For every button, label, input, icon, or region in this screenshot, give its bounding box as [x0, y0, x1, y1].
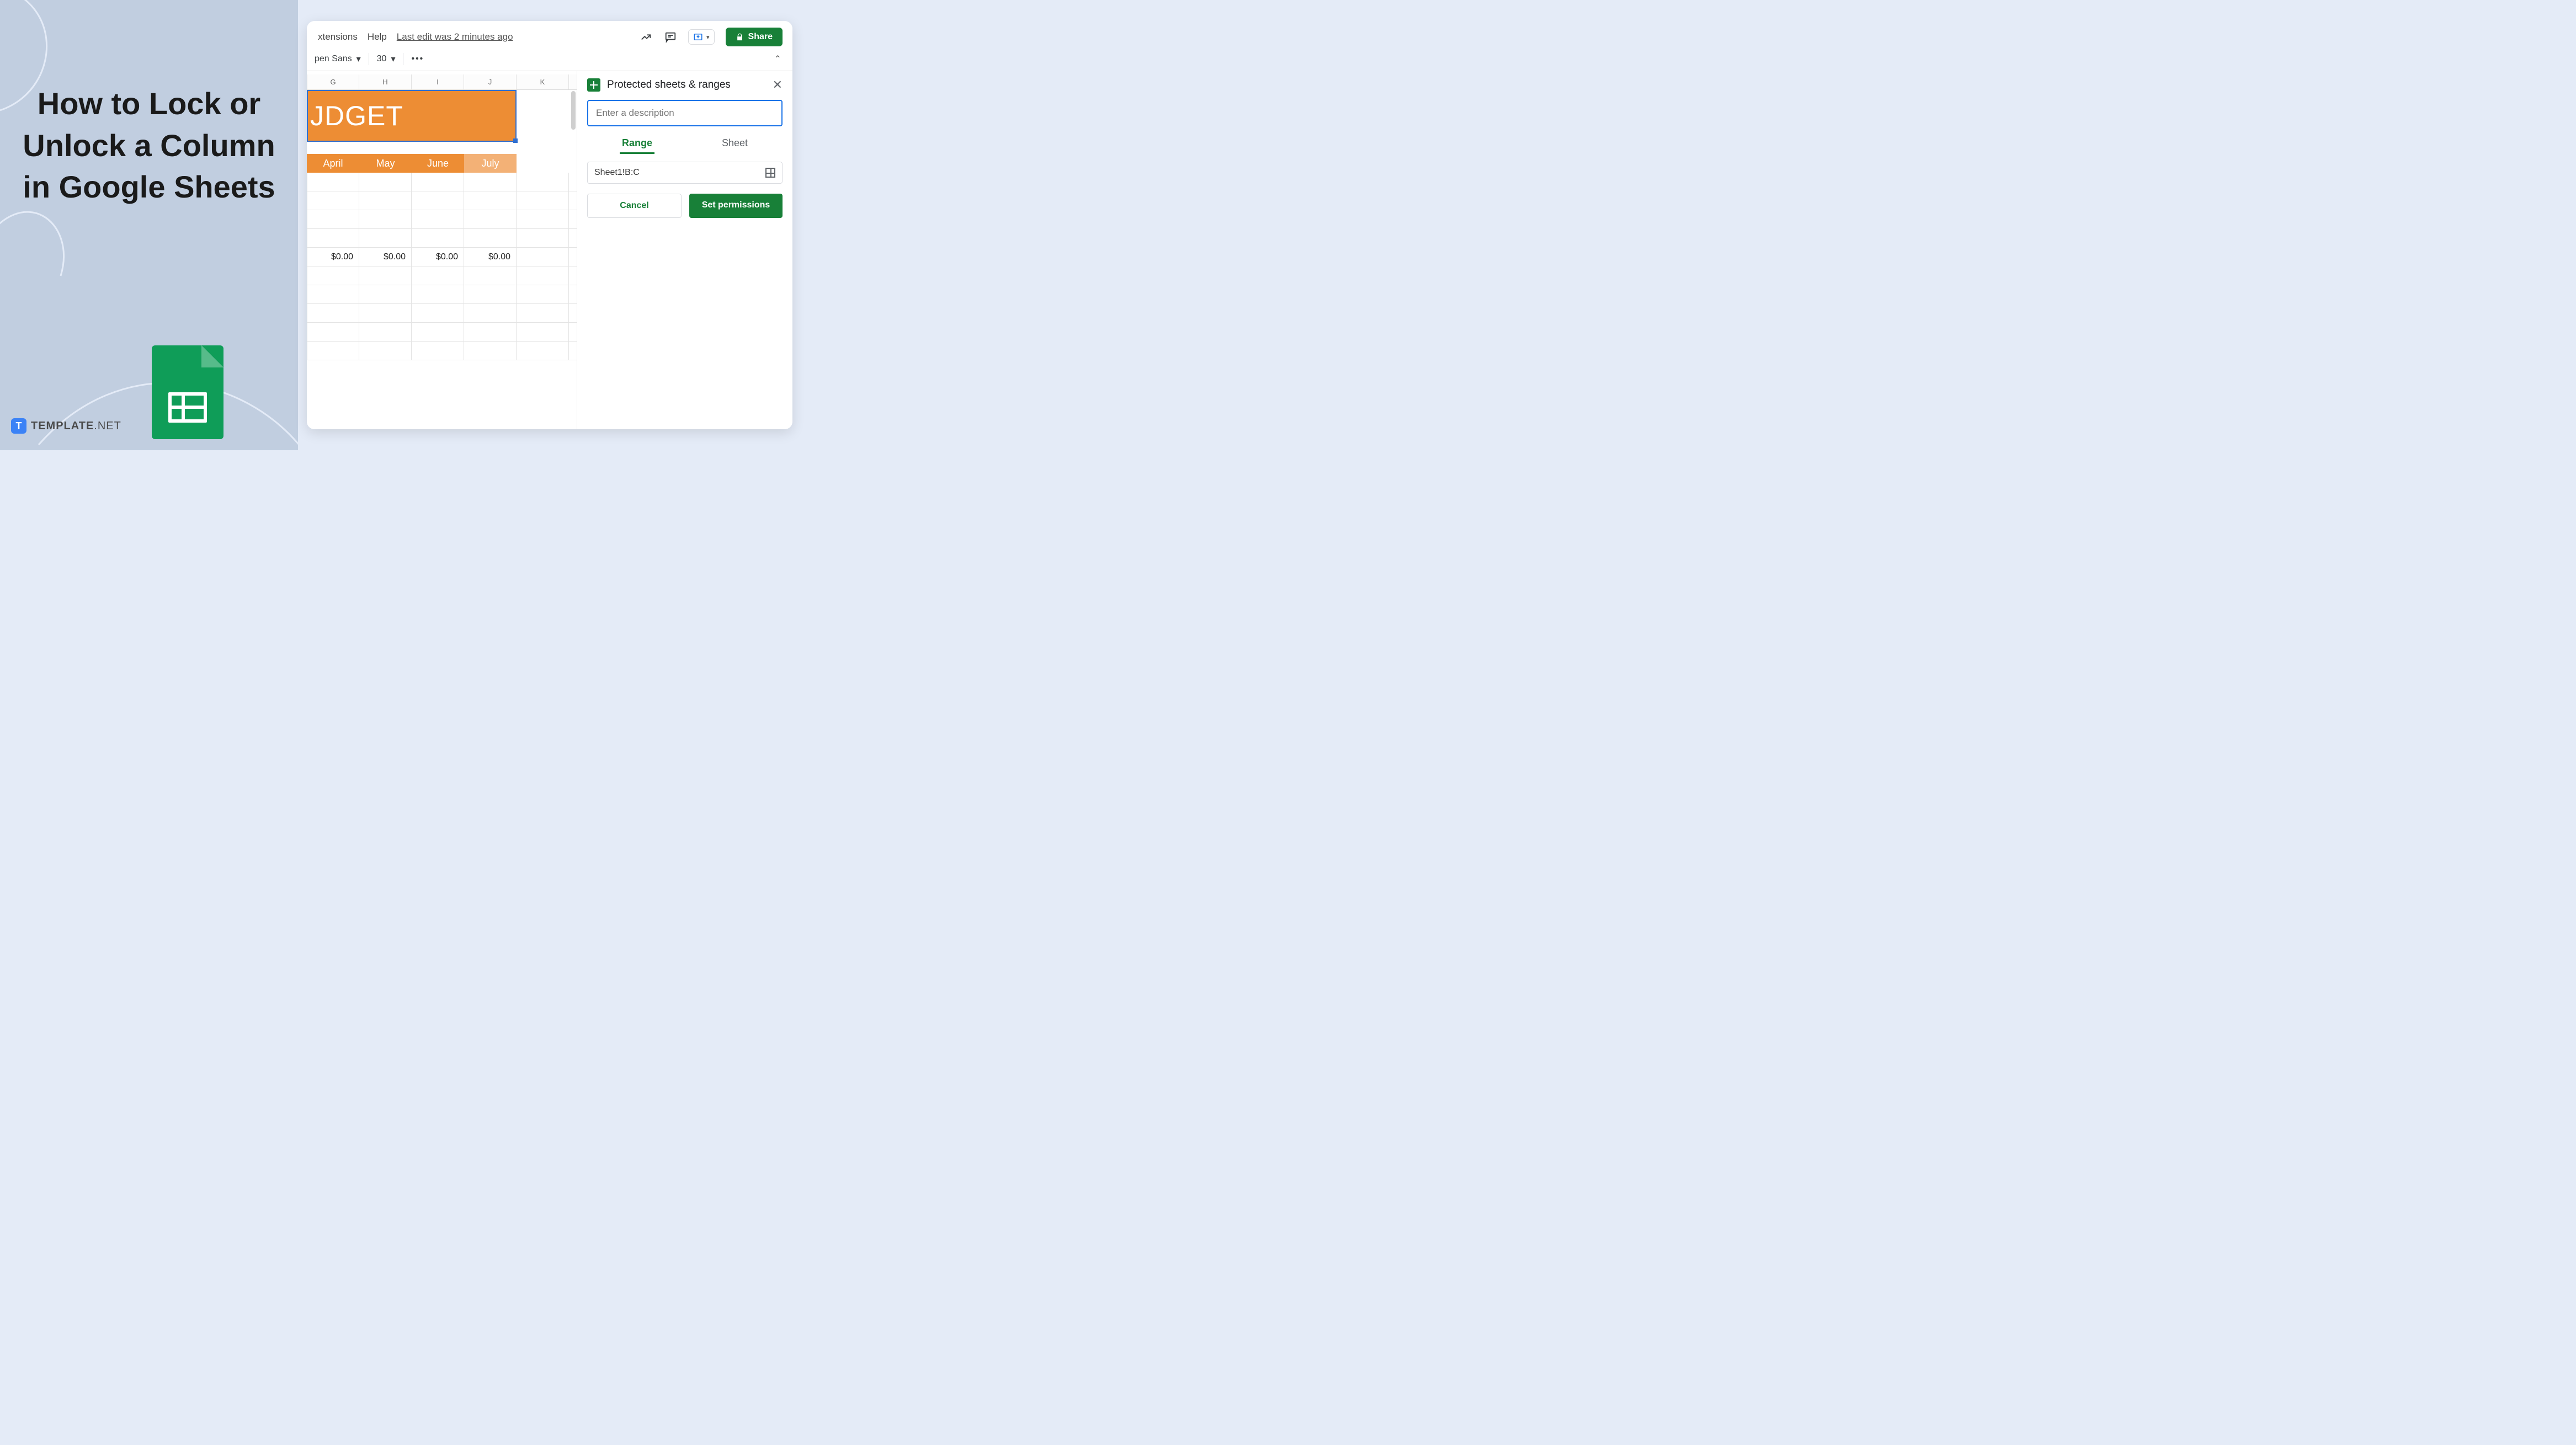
table-row[interactable]	[307, 342, 577, 360]
cell[interactable]: $0.00	[359, 248, 412, 266]
share-label: Share	[748, 32, 773, 42]
brand-mark: T	[11, 418, 26, 434]
menu-extensions[interactable]: xtensions	[318, 31, 358, 42]
font-name: pen Sans	[315, 54, 352, 64]
table-row[interactable]	[307, 229, 577, 248]
dropdown-icon: ▾	[356, 54, 361, 65]
font-size-selector[interactable]: 30 ▾	[377, 54, 396, 65]
cancel-button[interactable]: Cancel	[587, 194, 682, 218]
table-row[interactable]	[307, 191, 577, 210]
window-topbar: xtensions Help Last edit was 2 minutes a…	[307, 21, 792, 50]
month-cell[interactable]: April	[307, 154, 359, 173]
col-header[interactable]: G	[307, 74, 359, 89]
sheets-icon	[587, 78, 600, 92]
set-permissions-button[interactable]: Set permissions	[689, 194, 783, 218]
format-toolbar: pen Sans ▾ 30 ▾ ••• ⌃	[307, 50, 792, 71]
col-header[interactable]: I	[412, 74, 464, 89]
brand-suffix: .NET	[94, 420, 121, 432]
month-cell[interactable]: May	[359, 154, 412, 173]
col-header[interactable]: J	[464, 74, 517, 89]
spreadsheet-grid[interactable]: G H I J K JDGET April May June July	[307, 71, 577, 429]
font-selector[interactable]: pen Sans ▾	[315, 54, 361, 65]
menu-bar: xtensions Help Last edit was 2 minutes a…	[317, 31, 513, 42]
range-value: Sheet1!B:C	[594, 168, 640, 178]
table-row[interactable]	[307, 210, 577, 229]
table-row[interactable]	[307, 173, 577, 191]
brand-wordmark: TEMPLATE.NET	[31, 420, 121, 433]
font-size: 30	[377, 54, 387, 64]
brand-main: TEMPLATE	[31, 420, 94, 432]
data-rows: $0.00 $0.00 $0.00 $0.00	[307, 173, 577, 360]
col-header[interactable]: K	[517, 74, 569, 89]
dropdown-icon: ▾	[391, 54, 395, 65]
present-icon	[693, 32, 703, 42]
cell[interactable]	[517, 248, 569, 266]
cell[interactable]: $0.00	[464, 248, 517, 266]
chevron-down-icon: ▾	[706, 34, 710, 41]
selection-handle[interactable]	[513, 138, 518, 143]
lock-icon	[736, 33, 744, 41]
column-headers: G H I J K	[307, 74, 577, 90]
table-row[interactable]	[307, 304, 577, 323]
panel-buttons: Cancel Set permissions	[587, 194, 783, 218]
menu-help[interactable]: Help	[368, 31, 387, 42]
table-row[interactable]: $0.00 $0.00 $0.00 $0.00	[307, 248, 577, 266]
table-row[interactable]	[307, 266, 577, 285]
collapse-toolbar-icon[interactable]: ⌃	[774, 54, 781, 65]
vertical-scrollbar[interactable]	[571, 91, 576, 130]
tutorial-title: How to Lock or Unlock a Column in Google…	[11, 83, 287, 208]
last-edit-link[interactable]: Last edit was 2 minutes ago	[397, 31, 513, 42]
cell[interactable]: $0.00	[307, 248, 359, 266]
cell[interactable]: $0.00	[412, 248, 464, 266]
col-header[interactable]: H	[359, 74, 412, 89]
tutorial-sidebar: How to Lock or Unlock a Column in Google…	[0, 0, 298, 450]
trend-icon[interactable]	[640, 30, 653, 44]
range-input[interactable]: Sheet1!B:C	[587, 162, 783, 184]
table-row[interactable]	[307, 285, 577, 304]
content-row: G H I J K JDGET April May June July	[307, 71, 792, 429]
present-button[interactable]: ▾	[688, 29, 715, 45]
sheets-window: xtensions Help Last edit was 2 minutes a…	[307, 21, 792, 429]
description-input[interactable]	[587, 100, 783, 126]
panel-header: Protected sheets & ranges ✕	[587, 78, 783, 92]
brand-logo-group: T TEMPLATE.NET	[11, 418, 121, 434]
comment-icon[interactable]	[664, 30, 677, 44]
month-cell[interactable]: June	[412, 154, 464, 173]
table-row[interactable]	[307, 323, 577, 342]
month-header-row: April May June July	[307, 154, 577, 173]
title-banner-cell[interactable]: JDGET	[307, 90, 517, 142]
google-sheets-logo	[152, 345, 223, 439]
share-button[interactable]: Share	[726, 28, 783, 46]
tab-sheet[interactable]: Sheet	[720, 134, 750, 154]
close-icon[interactable]: ✕	[773, 78, 783, 92]
select-range-icon[interactable]	[765, 168, 775, 178]
panel-tabs: Range Sheet	[587, 134, 783, 154]
month-cell[interactable]: July	[464, 154, 517, 173]
more-toolbar-icon[interactable]: •••	[411, 54, 424, 64]
tab-range[interactable]: Range	[620, 134, 654, 154]
banner-text: JDGET	[310, 100, 403, 132]
panel-title: Protected sheets & ranges	[607, 79, 731, 91]
top-right-actions: ▾ Share	[640, 28, 783, 46]
protected-ranges-panel: Protected sheets & ranges ✕ Range Sheet …	[577, 71, 792, 429]
